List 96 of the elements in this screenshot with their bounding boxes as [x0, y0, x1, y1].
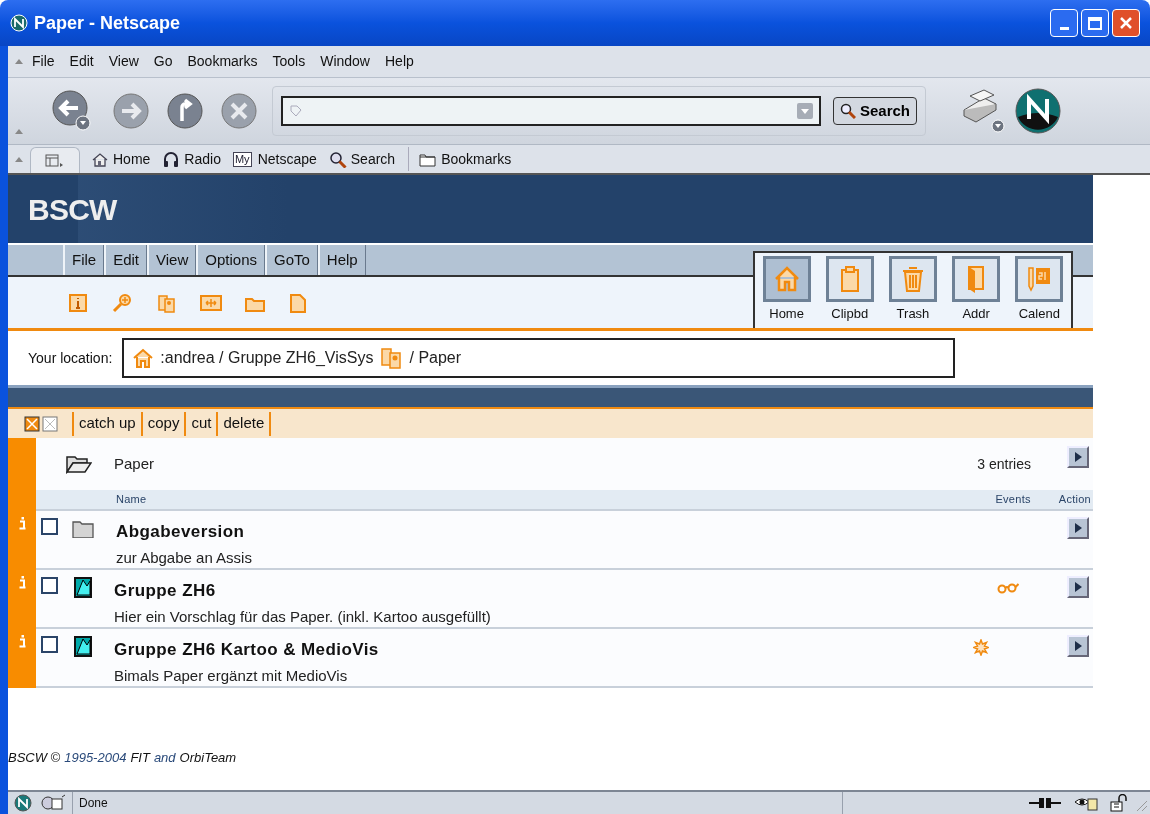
folder-icon[interactable]	[72, 518, 94, 538]
action-link[interactable]: delete	[218, 411, 272, 436]
stop-button[interactable]	[220, 92, 258, 130]
toolbar-link[interactable]: My Netscape	[229, 147, 320, 171]
menu-item[interactable]: Bookmarks	[185, 51, 260, 72]
path-link[interactable]: / Paper	[409, 346, 462, 370]
path-link[interactable]: :andrea / Gruppe ZH6_VisSys	[160, 346, 374, 370]
collapse-grip-icon[interactable]	[15, 129, 23, 134]
menu-item[interactable]: Help	[317, 245, 366, 275]
close-icon	[1119, 16, 1133, 30]
document-icon[interactable]	[74, 636, 92, 657]
item-title-link[interactable]: Gruppe ZH6 Kartoo & MedioVis	[114, 637, 379, 663]
action-arrow-button[interactable]	[1067, 635, 1089, 657]
document-icon[interactable]	[74, 577, 92, 598]
item-title-link[interactable]: Gruppe ZH6	[114, 578, 491, 604]
play-arrow-icon	[1074, 582, 1082, 592]
people-icon[interactable]	[379, 346, 404, 370]
menu-item[interactable]: Options	[196, 245, 265, 275]
column-header[interactable]: Name	[116, 491, 147, 508]
menu-item[interactable]: Window	[318, 51, 372, 72]
footer-text: FIT	[130, 749, 150, 767]
menu-item[interactable]: File	[63, 245, 105, 275]
info-icon[interactable]	[17, 517, 27, 530]
netscape-status-icon[interactable]	[14, 794, 32, 812]
footer-link[interactable]: and	[153, 748, 176, 768]
menu-item[interactable]: View	[106, 51, 141, 72]
move-arrows-icon[interactable]	[200, 292, 222, 313]
open-folder-icon	[66, 454, 92, 474]
action-link[interactable]: copy	[142, 411, 187, 436]
play-arrow-icon	[1074, 452, 1082, 462]
menu-item[interactable]: GoTo	[265, 245, 318, 275]
row-checkbox[interactable]	[41, 577, 58, 594]
play-arrow-icon	[1074, 641, 1082, 651]
sidebar-tab[interactable]	[30, 147, 80, 173]
folder-name: Paper	[114, 453, 155, 474]
headphones-icon	[162, 150, 181, 168]
item-description: zur Abgabe an Assis	[116, 547, 252, 568]
entry-count: 3 entries	[977, 454, 1031, 474]
minimize-button[interactable]	[1050, 9, 1078, 37]
menu-item[interactable]: Help	[383, 51, 416, 72]
select-all-icon[interactable]	[24, 415, 40, 432]
row-checkbox[interactable]	[41, 636, 58, 653]
forward-button[interactable]	[112, 92, 150, 130]
search-icon	[328, 150, 347, 168]
action-link[interactable]: catch up	[74, 411, 143, 436]
footer-text: OrbiTeam	[179, 749, 237, 767]
connection-icon[interactable]	[1028, 795, 1062, 811]
status-text: Done	[79, 795, 108, 812]
footer-text: BSCW ©	[8, 749, 61, 767]
people-icon[interactable]	[156, 292, 178, 313]
info-icon[interactable]	[68, 292, 90, 313]
info-icon[interactable]	[17, 576, 27, 589]
toolbar-link[interactable]: Radio	[159, 147, 224, 171]
search-button[interactable]: Search	[833, 97, 918, 125]
toolbar-link[interactable]: Bookmarks	[408, 147, 515, 171]
action-arrow-button[interactable]	[1067, 576, 1089, 598]
bscw-logo: BSCW	[28, 191, 117, 228]
footer-link[interactable]: 1995-2004	[64, 748, 127, 768]
padlock-icon[interactable]	[1110, 794, 1128, 812]
item-title-link[interactable]: Abgabeversion	[116, 519, 252, 545]
address-field[interactable]	[281, 96, 821, 126]
maximize-button[interactable]	[1081, 9, 1109, 37]
item-description: Hier ein Vorschlag für das Paper. (inkl. Kartoo ausgefüllt)	[114, 606, 491, 627]
toolbar-link[interactable]: Home	[88, 147, 154, 171]
item-description: Bimals Paper ergänzt mit MedioVis	[114, 665, 349, 686]
menu-item[interactable]: View	[147, 245, 197, 275]
close-button[interactable]	[1112, 9, 1140, 37]
eye-icon[interactable]	[1074, 795, 1098, 811]
app-logo-icon	[10, 14, 28, 32]
row-checkbox[interactable]	[41, 518, 58, 535]
window-title: Paper - Netscape	[34, 11, 181, 35]
my-badge: My	[232, 151, 252, 167]
menu-item[interactable]: Edit	[67, 51, 96, 72]
menu-item[interactable]: Go	[151, 51, 175, 72]
action-arrow-button[interactable]	[1067, 446, 1089, 468]
collapse-grip-icon[interactable]	[15, 156, 23, 162]
collapse-grip-icon[interactable]	[15, 59, 23, 64]
column-header: Action	[1058, 492, 1091, 508]
house-icon[interactable]	[132, 347, 155, 369]
play-arrow-icon	[1074, 523, 1082, 533]
toolbar-link[interactable]: Search	[325, 147, 399, 171]
info-icon[interactable]	[17, 635, 27, 648]
reload-button[interactable]	[166, 92, 204, 130]
menu-item[interactable]: Edit	[104, 245, 148, 275]
menu-item[interactable]: File	[30, 51, 57, 72]
sidebar-icon	[45, 153, 65, 168]
action-arrow-button[interactable]	[1067, 517, 1089, 539]
star-burst-icon[interactable]	[973, 639, 989, 656]
column-header: Events	[995, 492, 1031, 508]
search-icon	[840, 103, 856, 119]
netscape-logo-icon	[1014, 87, 1063, 135]
bookmark-tag-icon	[289, 104, 303, 118]
location-label: Your location:	[28, 348, 113, 368]
mail-status-icon[interactable]	[40, 794, 66, 812]
menu-item[interactable]: Tools	[270, 51, 308, 72]
action-link[interactable]: cut	[186, 411, 219, 436]
